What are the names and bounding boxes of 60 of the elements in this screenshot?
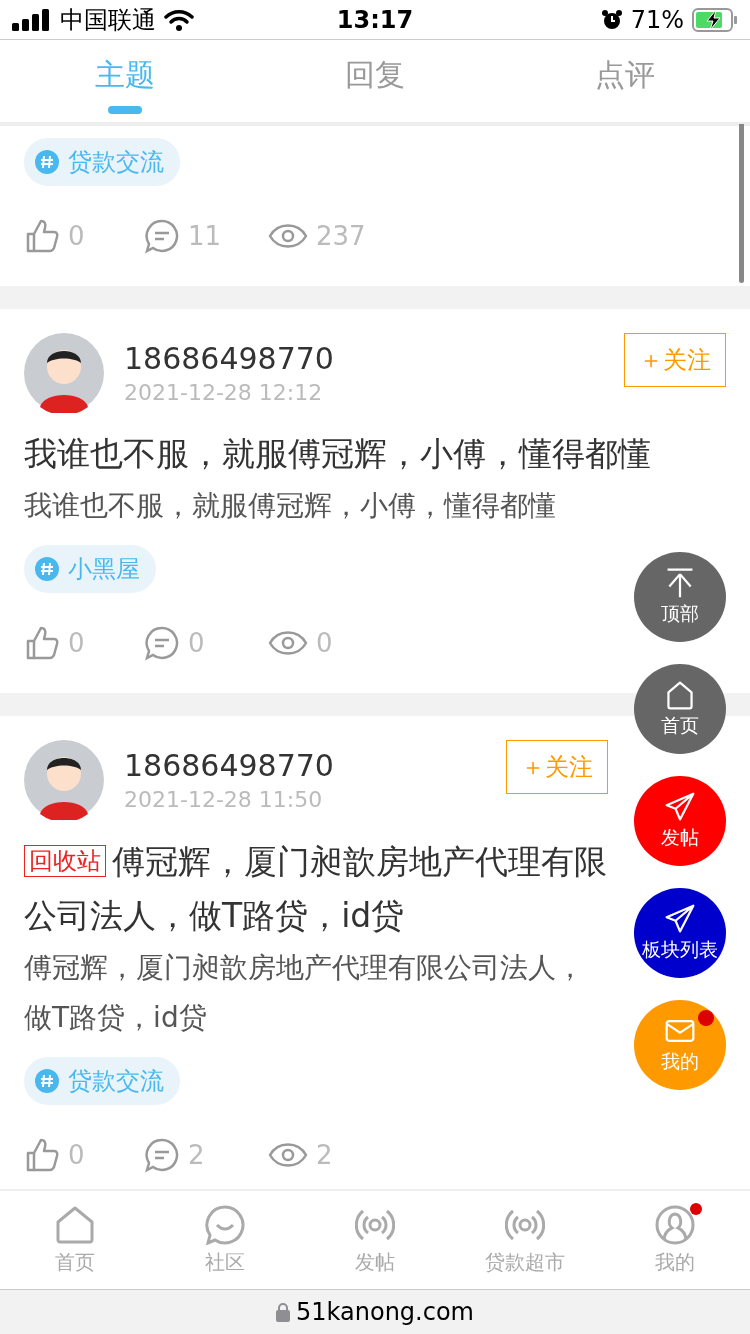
comment-count: 0 bbox=[188, 628, 205, 658]
hashtag-icon bbox=[34, 556, 60, 582]
view-count: 2 bbox=[316, 1140, 333, 1170]
hashtag-icon bbox=[34, 149, 60, 175]
tab[interactable]: 点评 bbox=[500, 40, 750, 122]
tab[interactable]: 回复 bbox=[250, 40, 500, 122]
comment-count: 11 bbox=[188, 221, 222, 251]
view-count: 0 bbox=[316, 628, 333, 658]
avatar[interactable] bbox=[24, 740, 104, 820]
post-time: 2021-12-28 12:12 bbox=[124, 380, 324, 405]
url-text[interactable]: 51kanong.com bbox=[296, 1298, 474, 1326]
follow-button[interactable]: ＋关注 bbox=[506, 740, 608, 794]
post-title[interactable]: 我谁也不服，就服傅冠辉，小傅，懂得都懂 bbox=[24, 427, 726, 481]
paper-plane-icon bbox=[664, 903, 696, 935]
nav-item[interactable]: 贷款超市 bbox=[450, 1191, 600, 1289]
alarm-icon bbox=[600, 8, 623, 31]
nav-item[interactable]: 我的 bbox=[600, 1191, 750, 1289]
thumbs-up-icon[interactable] bbox=[24, 218, 60, 254]
house-icon bbox=[55, 1204, 95, 1245]
scrollbar[interactable] bbox=[739, 124, 744, 283]
like-count: 0 bbox=[68, 628, 85, 658]
topic-tag[interactable]: 贷款交流 bbox=[24, 1057, 180, 1105]
signal-icon bbox=[12, 8, 52, 31]
nav-item[interactable]: 首页 bbox=[0, 1191, 150, 1289]
battery-icon bbox=[692, 7, 738, 32]
post-title[interactable]: $^{回收站}$ 傅冠辉，厦门昶歆房地产代理有限公司法人，做T路贷，id贷 bbox=[24, 834, 608, 943]
nav-item[interactable]: 社区 bbox=[150, 1191, 300, 1289]
clock-time: 13:17 bbox=[336, 5, 414, 34]
post-excerpt: 傅冠辉，厦门昶歆房地产代理有限公司法人，做T路贷，id贷 bbox=[24, 950, 585, 1036]
eye-icon bbox=[268, 629, 308, 657]
author-name[interactable]: 18686498770 bbox=[124, 341, 604, 376]
like-count: 0 bbox=[68, 221, 85, 251]
avatar[interactable] bbox=[24, 333, 104, 413]
paper-plane-icon bbox=[664, 791, 696, 823]
chat-bubble-icon bbox=[205, 1204, 245, 1245]
topic-tag[interactable]: 小黑屋 bbox=[24, 545, 156, 593]
like-count: 0 bbox=[68, 1140, 85, 1170]
house-icon bbox=[664, 679, 696, 711]
comment-icon[interactable] bbox=[144, 625, 180, 661]
follow-button[interactable]: ＋关注 bbox=[624, 333, 726, 387]
lock-icon bbox=[276, 1302, 290, 1322]
eye-icon bbox=[268, 1141, 308, 1169]
tab[interactable]: 主题 bbox=[0, 40, 250, 122]
comment-icon[interactable] bbox=[144, 1137, 180, 1173]
person-icon bbox=[655, 1204, 695, 1245]
thumbs-up-icon[interactable] bbox=[24, 625, 60, 661]
thumbs-up-icon[interactable] bbox=[24, 1137, 60, 1173]
comment-icon[interactable] bbox=[144, 218, 180, 254]
post-time: 2021-12-28 11:50 bbox=[124, 787, 324, 812]
author-name[interactable]: 18686498770 bbox=[124, 748, 486, 783]
post-excerpt: 我谁也不服，就服傅冠辉，小傅，懂得都懂 bbox=[24, 488, 557, 524]
nav-item[interactable]: 发帖 bbox=[300, 1191, 450, 1289]
view-count: 237 bbox=[316, 221, 366, 251]
wifi-icon bbox=[164, 8, 194, 31]
eye-icon bbox=[268, 222, 308, 250]
comment-count: 2 bbox=[188, 1140, 205, 1170]
hashtag-icon bbox=[34, 1068, 60, 1094]
topic-tag[interactable]: 贷款交流 bbox=[24, 138, 180, 186]
carrier-name: 中国联通 bbox=[60, 4, 156, 36]
battery-percent: 71% bbox=[630, 5, 684, 34]
